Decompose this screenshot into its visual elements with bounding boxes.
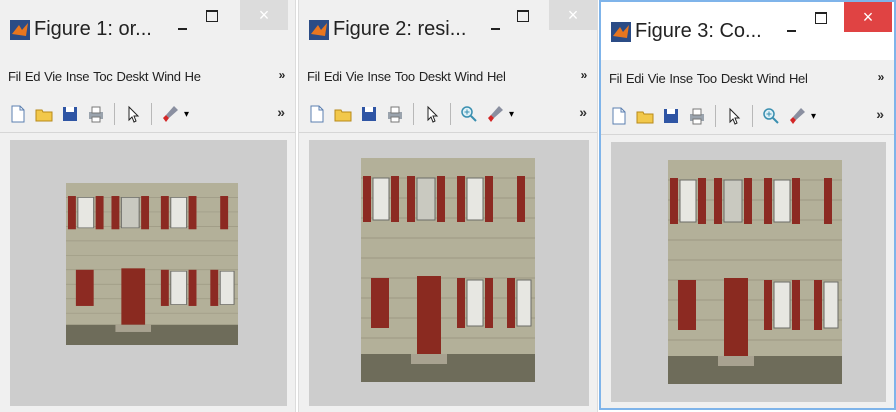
figure-2-window[interactable]: Figure 2: resi... × Fil Edi Vie Inse Too…	[298, 0, 598, 412]
toolbar-separator	[114, 103, 115, 125]
brush-icon[interactable]	[787, 106, 807, 126]
figure-canvas[interactable]	[10, 140, 287, 406]
menu-bar: Fil Ed Vie Inse Toc Deskt Wind He »	[0, 62, 295, 90]
menu-view[interactable]: Vie	[44, 69, 62, 84]
window-title: Figure 2: resi...	[333, 18, 467, 40]
figure-3-window[interactable]: Figure 3: Co... × Fil Edi Vie Inse Too D…	[599, 0, 896, 410]
menu-edit[interactable]: Edi	[324, 69, 342, 84]
minimize-button[interactable]	[176, 24, 190, 34]
maximize-button[interactable]	[206, 10, 218, 22]
menu-tools[interactable]: Toc	[93, 69, 113, 84]
toolbar: ▾ »	[601, 98, 894, 135]
toolbar: ▾ »	[299, 96, 597, 133]
open-folder-icon[interactable]	[333, 104, 353, 124]
menu-file[interactable]: Fil	[609, 71, 622, 86]
resized-image	[361, 158, 535, 382]
window-title: Figure 3: Co...	[635, 20, 762, 42]
compressed-image	[668, 160, 842, 384]
pointer-icon[interactable]	[123, 104, 143, 124]
zoom-in-icon[interactable]	[761, 106, 781, 126]
print-icon[interactable]	[687, 106, 707, 126]
menu-overflow-icon[interactable]: »	[279, 68, 286, 82]
figure-canvas[interactable]	[309, 140, 589, 406]
save-icon[interactable]	[60, 104, 80, 124]
brush-icon[interactable]	[485, 104, 505, 124]
print-icon[interactable]	[86, 104, 106, 124]
maximize-button[interactable]	[815, 12, 827, 24]
toolbar-separator	[413, 103, 414, 125]
matlab-icon	[611, 22, 631, 42]
menu-window[interactable]: Wind	[757, 71, 786, 86]
menu-window[interactable]: Wind	[455, 69, 484, 84]
menu-bar: Fil Edi Vie Inse Too Deskt Wind Hel »	[601, 64, 894, 92]
maximize-button[interactable]	[517, 10, 529, 22]
menu-overflow-icon[interactable]: »	[878, 70, 885, 84]
save-icon[interactable]	[661, 106, 681, 126]
dropdown-arrow-icon[interactable]: ▾	[811, 111, 816, 122]
menu-insert[interactable]: Inse	[367, 69, 391, 84]
toolbar-separator	[715, 105, 716, 127]
menu-help[interactable]: Hel	[789, 71, 808, 86]
menu-tools[interactable]: Too	[395, 69, 415, 84]
close-icon: ×	[862, 6, 874, 27]
zoom-in-icon[interactable]	[459, 104, 479, 124]
menu-bar: Fil Edi Vie Inse Too Deskt Wind Hel »	[299, 62, 597, 90]
menu-help[interactable]: Hel	[487, 69, 506, 84]
figure-1-window[interactable]: Figure 1: or... × Fil Ed Vie Inse Toc De…	[0, 0, 296, 412]
title-bar[interactable]: Figure 1: or... ×	[0, 0, 295, 58]
matlab-icon	[10, 20, 30, 40]
minimize-button[interactable]	[785, 26, 799, 36]
menu-desktop[interactable]: Deskt	[117, 69, 149, 84]
menu-desktop[interactable]: Deskt	[721, 71, 753, 86]
matlab-icon	[309, 20, 329, 40]
toolbar-overflow-icon[interactable]: »	[579, 104, 587, 120]
new-file-icon[interactable]	[609, 106, 629, 126]
new-file-icon[interactable]	[307, 104, 327, 124]
menu-view[interactable]: Vie	[346, 69, 364, 84]
print-icon[interactable]	[385, 104, 405, 124]
pointer-icon[interactable]	[724, 106, 744, 126]
menu-insert[interactable]: Inse	[66, 69, 90, 84]
menu-file[interactable]: Fil	[307, 69, 320, 84]
dropdown-arrow-icon[interactable]: ▾	[509, 109, 514, 120]
close-icon: ×	[567, 4, 579, 25]
menu-window[interactable]: Wind	[152, 69, 181, 84]
menu-overflow-icon[interactable]: »	[581, 68, 588, 82]
open-folder-icon[interactable]	[635, 106, 655, 126]
window-title: Figure 1: or...	[34, 18, 152, 40]
close-icon: ×	[258, 4, 270, 25]
toolbar-separator	[450, 103, 451, 125]
original-image	[66, 183, 238, 345]
new-file-icon[interactable]	[8, 104, 28, 124]
close-button[interactable]: ×	[240, 0, 288, 30]
menu-tools[interactable]: Too	[697, 71, 717, 86]
toolbar-separator	[752, 105, 753, 127]
toolbar-overflow-icon[interactable]: »	[876, 106, 884, 122]
menu-desktop[interactable]: Deskt	[419, 69, 451, 84]
title-bar[interactable]: Figure 2: resi... ×	[299, 0, 597, 58]
figure-canvas[interactable]	[611, 142, 886, 402]
menu-edit[interactable]: Ed	[25, 69, 41, 84]
save-icon[interactable]	[359, 104, 379, 124]
pointer-icon[interactable]	[422, 104, 442, 124]
brush-icon[interactable]	[160, 104, 180, 124]
menu-view[interactable]: Vie	[648, 71, 666, 86]
menu-edit[interactable]: Edi	[626, 71, 644, 86]
menu-insert[interactable]: Inse	[669, 71, 693, 86]
open-folder-icon[interactable]	[34, 104, 54, 124]
dropdown-arrow-icon[interactable]: ▾	[184, 109, 189, 120]
close-button[interactable]: ×	[549, 0, 597, 30]
toolbar-separator	[151, 103, 152, 125]
close-button[interactable]: ×	[844, 2, 892, 32]
menu-help[interactable]: He	[185, 69, 201, 84]
title-bar[interactable]: Figure 3: Co... ×	[601, 2, 894, 60]
menu-file[interactable]: Fil	[8, 69, 21, 84]
toolbar-overflow-icon[interactable]: »	[277, 104, 285, 120]
minimize-button[interactable]	[489, 24, 503, 34]
toolbar: ▾ »	[0, 96, 295, 133]
